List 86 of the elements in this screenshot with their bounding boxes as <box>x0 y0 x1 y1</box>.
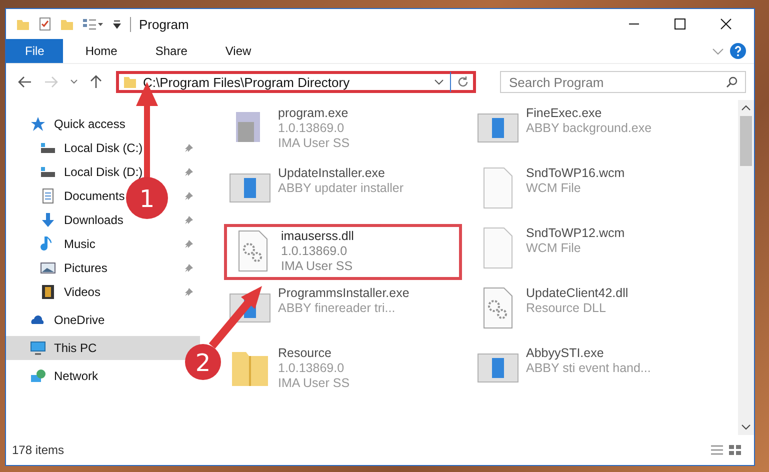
pc-icon <box>30 340 46 356</box>
ribbon-tab[interactable]: Home <box>69 39 134 63</box>
file-item[interactable]: imauserss.dll 1.0.13869.0 IMA User SS <box>224 224 462 280</box>
nav-item[interactable]: Local Disk (C:) <box>6 136 145 160</box>
pin-icon[interactable] <box>184 215 194 225</box>
refresh-icon[interactable] <box>457 76 469 88</box>
file-item[interactable]: SndToWP16.wcm WCM File <box>472 164 710 224</box>
file-detail: ABBY sti event hand... <box>526 361 651 376</box>
file-item[interactable]: SndToWP12.wcm WCM File <box>472 224 710 284</box>
file-name: SndToWP16.wcm <box>526 166 625 181</box>
file-detail: IMA User SS <box>278 376 350 391</box>
file-detail: ABBY finereader tri... <box>278 301 396 316</box>
properties-icon[interactable] <box>38 17 52 31</box>
ribbon-tab[interactable]: Share <box>139 39 204 63</box>
file-name: UpdateInstaller.exe <box>278 166 386 181</box>
details-view-icon[interactable] <box>710 444 724 456</box>
file-item[interactable]: UpdateClient42.dll Resource DLL <box>472 284 710 344</box>
file-name: ProgrammsInstaller.exe <box>278 286 410 301</box>
file-name: AbbyySTI.exe <box>526 346 605 361</box>
download-arrow-icon <box>40 212 56 228</box>
scrollbar[interactable] <box>738 100 754 435</box>
nav-item[interactable]: OneDrive <box>6 308 111 332</box>
scroll-down-icon[interactable] <box>741 423 751 431</box>
file-detail: 1.0.13869.0 <box>278 121 346 136</box>
file-detail: 1.0.13869.0 <box>281 244 348 259</box>
window-title: Program <box>130 16 189 32</box>
file-detail: 1.0.13869.0 <box>278 361 346 376</box>
file-name: Resource <box>278 346 332 361</box>
nav-item[interactable]: Pictures <box>6 256 110 280</box>
film-icon <box>40 284 56 300</box>
file-name: SndToWP12.wcm <box>526 226 625 241</box>
search-field[interactable]: Search Program <box>500 71 746 93</box>
scroll-thumb[interactable] <box>740 116 752 166</box>
search-icon[interactable] <box>726 76 738 88</box>
document-icon <box>40 188 56 204</box>
ribbon-tab[interactable]: File <box>6 39 64 63</box>
drive-icon <box>40 140 56 156</box>
dropdown-caret-icon[interactable] <box>434 78 444 86</box>
net-icon <box>30 368 46 384</box>
file-detail: IMA User SS <box>281 259 354 274</box>
file-name: FineExec.exe <box>526 106 603 121</box>
file-item[interactable]: AbbyySTI.exe ABBY sti event hand... <box>472 344 710 404</box>
chevron-down-icon[interactable] <box>712 46 724 56</box>
folder-icon <box>123 75 137 89</box>
tiles-view-icon[interactable] <box>728 444 742 456</box>
drive-icon <box>40 164 56 180</box>
pin-icon[interactable] <box>184 239 194 249</box>
picture-icon <box>40 260 56 276</box>
nav-item[interactable]: Downloads <box>6 208 126 232</box>
callout-number: 1 <box>139 185 155 213</box>
address-bar[interactable]: C:\Program Files\Program Directory <box>116 71 476 93</box>
file-detail: ABBY updater installer <box>278 181 404 196</box>
nav-item[interactable]: Quick access <box>6 112 132 136</box>
up-arrow-icon[interactable] <box>90 75 102 89</box>
pin-icon[interactable] <box>184 143 194 153</box>
file-detail: Resource DLL <box>526 301 607 316</box>
star-icon <box>30 116 46 132</box>
pin-icon[interactable] <box>184 287 194 297</box>
nav-item[interactable]: Local Disk (D:) <box>6 160 145 184</box>
nav-item[interactable]: Music <box>6 232 98 256</box>
nav-item[interactable]: Network <box>6 364 104 388</box>
pin-icon[interactable] <box>184 191 194 201</box>
pin-icon[interactable] <box>184 167 194 177</box>
file-detail: WCM File <box>526 241 582 256</box>
file-name: UpdateClient42.dll <box>526 286 628 301</box>
file-item[interactable]: program.exe 1.0.13869.0 IMA User SS <box>224 104 462 164</box>
file-name: imauserss.dll <box>281 229 354 244</box>
file-item[interactable]: FineExec.exe ABBY background.exe <box>472 104 710 164</box>
pin-icon[interactable] <box>184 263 194 273</box>
close-icon[interactable] <box>720 18 732 30</box>
file-detail: IMA User SS <box>278 136 350 151</box>
ribbon-tab[interactable]: View <box>209 39 268 63</box>
nav-item[interactable]: Videos <box>6 280 102 304</box>
view-menu-icon[interactable] <box>82 17 104 31</box>
scroll-up-icon[interactable] <box>741 104 751 112</box>
file-detail: ABBY background.exe <box>526 121 652 136</box>
back-arrow-icon[interactable] <box>18 76 32 88</box>
file-name: program.exe <box>278 106 350 121</box>
item-count: 178 items <box>12 443 64 457</box>
help-icon[interactable] <box>730 43 746 59</box>
nav-item[interactable]: Documents <box>6 184 127 208</box>
file-item[interactable]: Resource 1.0.13869.0 IMA User SS <box>224 344 462 404</box>
maximize-icon[interactable] <box>674 18 686 30</box>
recent-caret-icon[interactable] <box>70 79 78 85</box>
file-detail: WCM File <box>526 181 582 196</box>
file-item[interactable]: UpdateInstaller.exe ABBY updater installer <box>224 164 462 224</box>
